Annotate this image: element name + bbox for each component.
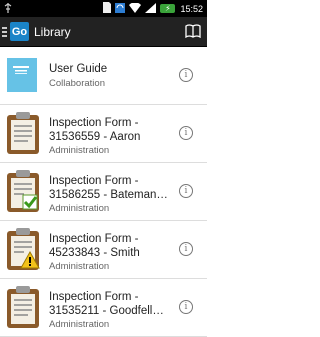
- clipboard-warning-icon: [6, 228, 40, 270]
- clipboard-check-icon: [6, 170, 40, 212]
- list-item[interactable]: Inspection Form - 31535211 - Goodfell… A…: [0, 279, 207, 337]
- app-logo[interactable]: Go: [10, 22, 29, 41]
- usb-icon: [3, 3, 13, 15]
- item-title-line2: 31536559 - Aaron: [49, 131, 141, 143]
- info-icon[interactable]: i: [179, 184, 193, 198]
- item-subtitle: Administration: [49, 319, 110, 330]
- sd-card-icon: [102, 2, 112, 15]
- info-icon[interactable]: i: [179, 68, 193, 82]
- list-item[interactable]: Inspection Form - 45233843 - Smith Admin…: [0, 221, 207, 279]
- status-bar: ⚡ 15:52: [0, 0, 207, 17]
- clock: 15:52: [180, 3, 203, 14]
- info-icon[interactable]: i: [179, 300, 193, 314]
- clipboard-icon: [6, 286, 40, 328]
- app-title: Library: [34, 24, 71, 39]
- item-title: Inspection Form -: [49, 233, 139, 245]
- app-bar: Go Library: [0, 17, 207, 47]
- library-list: User Guide Collaboration i Inspection Fo…: [0, 47, 207, 337]
- item-subtitle: Administration: [49, 261, 110, 272]
- cell-signal-icon: [145, 2, 157, 15]
- clipboard-icon: [6, 112, 40, 154]
- item-title: Inspection Form -: [49, 117, 139, 129]
- item-subtitle: Collaboration: [49, 78, 105, 89]
- menu-icon[interactable]: [2, 25, 8, 39]
- list-item[interactable]: User Guide Collaboration i: [0, 47, 207, 105]
- item-title: Inspection Form -: [49, 291, 139, 303]
- wifi-signal-icon: [129, 1, 142, 15]
- battery-icon: ⚡: [160, 4, 176, 13]
- item-title-line2: 45233843 - Smith: [49, 247, 140, 259]
- item-subtitle: Administration: [49, 145, 110, 156]
- list-item[interactable]: Inspection Form - 31586255 - Bateman… Ad…: [0, 163, 207, 221]
- info-icon[interactable]: i: [179, 126, 193, 140]
- list-item[interactable]: Inspection Form - 31536559 - Aaron Admin…: [0, 105, 207, 163]
- item-title: User Guide: [49, 63, 108, 75]
- item-subtitle: Administration: [49, 203, 110, 214]
- item-title: Inspection Form -: [49, 175, 139, 187]
- info-icon[interactable]: i: [179, 242, 193, 256]
- item-title-line2: 31586255 - Bateman…: [49, 189, 168, 201]
- sync-icon: [115, 2, 126, 15]
- document-thumbnail-icon: [7, 58, 37, 92]
- item-title-line2: 31535211 - Goodfell…: [49, 305, 164, 317]
- book-icon[interactable]: [185, 24, 201, 39]
